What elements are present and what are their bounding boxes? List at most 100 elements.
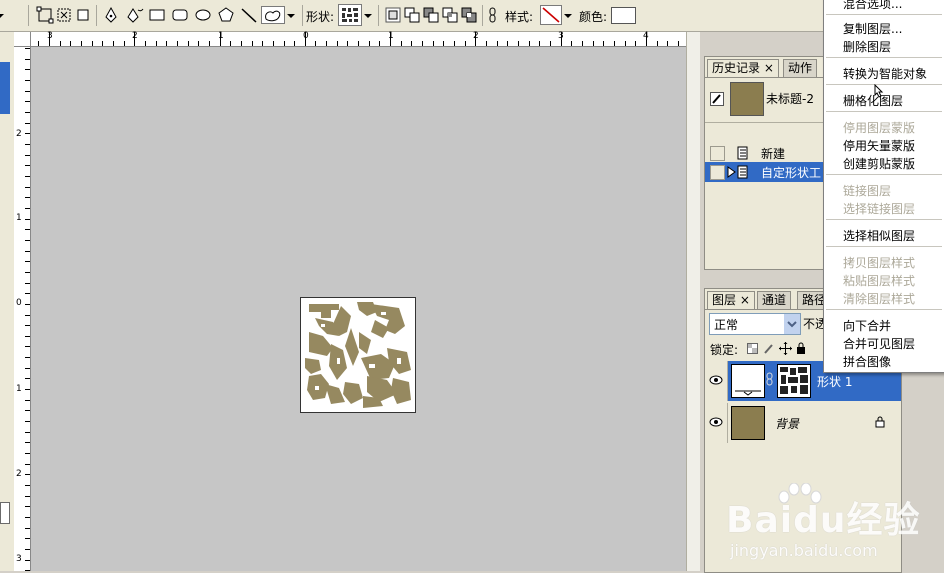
- menu-item-create-clipping-mask[interactable]: 创建剪贴蒙版: [843, 155, 915, 172]
- toolbox-selected-item[interactable]: [0, 62, 10, 114]
- document-canvas[interactable]: [300, 297, 416, 413]
- history-source-checkbox[interactable]: [710, 165, 725, 180]
- vertical-scrollbar[interactable]: [686, 32, 701, 571]
- menu-item-merge-visible[interactable]: 合并可见图层: [843, 335, 915, 352]
- geometry-options-dropdown[interactable]: [286, 6, 296, 24]
- close-icon[interactable]: ×: [764, 61, 774, 75]
- tab-actions[interactable]: 动作: [783, 59, 818, 77]
- history-item-label: 新建: [761, 147, 786, 161]
- add-to-shape-area-icon[interactable]: [403, 6, 421, 24]
- exclude-overlapping-shape-areas-icon[interactable]: [460, 6, 478, 24]
- layer-fill-thumbnail[interactable]: [731, 364, 765, 398]
- toolbox-button[interactable]: [0, 502, 10, 524]
- lock-label: 锁定:: [710, 343, 739, 357]
- create-new-shape-layer-icon[interactable]: [384, 6, 402, 24]
- menu-item-paste-layer-style: 粘贴图层样式: [843, 274, 916, 288]
- tab-layers[interactable]: 图层 ×: [707, 291, 755, 309]
- ruler-label: 0: [303, 31, 309, 41]
- pen-tool-icon[interactable]: [102, 6, 120, 24]
- blend-mode-select[interactable]: 正常: [709, 313, 801, 335]
- menu-separator: [826, 174, 942, 175]
- tab-actions-label: 动作: [788, 61, 813, 75]
- freeform-pen-tool-icon[interactable]: [126, 6, 144, 24]
- menu-separator: [826, 246, 942, 247]
- polygon-tool-icon[interactable]: [217, 6, 235, 24]
- line-tool-icon[interactable]: [240, 6, 258, 24]
- menu-item-disable-layer-mask: 停用图层蒙版: [843, 121, 916, 135]
- separator: [302, 5, 303, 26]
- tab-history[interactable]: 历史记录 ×: [707, 59, 779, 77]
- blend-mode-value: 正常: [714, 318, 739, 332]
- ruler-origin[interactable]: [14, 32, 31, 47]
- lock-transparency-icon[interactable]: [747, 343, 759, 358]
- snapshot-thumbnail: [730, 82, 764, 116]
- fill-pixels-mode-button[interactable]: [74, 6, 92, 24]
- menu-item-convert-to-smart-object[interactable]: 转换为智能对象: [843, 65, 927, 82]
- baidu-jingyan-watermark: Baidu经验 jingyan.baidu.com: [726, 483, 926, 563]
- rectangle-tool-icon[interactable]: [148, 6, 166, 24]
- layer-visibility-toggle[interactable]: [705, 361, 728, 401]
- ornament-pattern-image: [305, 302, 411, 408]
- style-picker[interactable]: [540, 5, 562, 25]
- custom-shape-tool-icon[interactable]: [261, 6, 285, 24]
- menu-item-select-similar-layers[interactable]: 选择相似图层: [843, 227, 915, 244]
- menu-item-disable-vector-mask[interactable]: 停用矢量蒙版: [843, 137, 915, 154]
- ruler-label: 1: [388, 31, 394, 41]
- shape-picker[interactable]: [338, 4, 362, 26]
- layer-context-menu: 混合选项... 复制图层... 删除图层 转换为智能对象 栅格化图层 停用图层蒙…: [823, 0, 944, 373]
- paths-mode-button[interactable]: [55, 6, 73, 24]
- separator: [378, 5, 379, 26]
- history-brush-icon[interactable]: [710, 92, 724, 106]
- tab-history-label: 历史记录: [712, 61, 761, 75]
- close-icon[interactable]: ×: [740, 293, 750, 307]
- lock-pixels-brush-icon[interactable]: [763, 343, 775, 358]
- history-state-icon: [737, 146, 751, 163]
- tab-channels[interactable]: 通道: [757, 291, 792, 309]
- menu-separator: [826, 111, 942, 112]
- ruler-label: 3: [47, 31, 53, 41]
- tool-preset-dropdown[interactable]: [0, 6, 12, 24]
- vector-mask-thumbnail[interactable]: [777, 364, 811, 398]
- layer-name: 形状 1: [817, 375, 853, 389]
- style-picker-dropdown[interactable]: [563, 6, 573, 24]
- ruler-label: 2: [473, 31, 479, 41]
- menu-separator: [826, 57, 942, 58]
- menu-item-delete-layer[interactable]: 删除图层: [843, 38, 891, 55]
- lock-all-icon[interactable]: [796, 342, 806, 358]
- ruler-label: 3: [558, 31, 564, 41]
- watermark-brand: Baidu经验: [726, 500, 921, 541]
- color-swatch[interactable]: [611, 7, 636, 24]
- menu-item-flatten-image[interactable]: 拼合图像: [843, 353, 891, 370]
- lock-position-move-icon[interactable]: [779, 342, 792, 358]
- horizontal-ruler: 3 2 1 0 1 2 3 4: [14, 31, 700, 47]
- ruler-label: 2: [16, 129, 22, 139]
- menu-item-duplicate-layer[interactable]: 复制图层...: [843, 20, 902, 37]
- ruler-label: 1: [16, 384, 22, 394]
- separator: [96, 5, 97, 26]
- options-bar: 形状: 样式: 颜色:: [0, 0, 944, 32]
- layer-visibility-toggle[interactable]: [705, 403, 728, 443]
- intersect-shape-areas-icon[interactable]: [441, 6, 459, 24]
- menu-separator: [826, 309, 942, 310]
- layer-mask-link-icon[interactable]: [766, 372, 774, 389]
- menu-item-blending-options[interactable]: 混合选项...: [843, 0, 902, 12]
- ellipse-tool-icon[interactable]: [194, 6, 212, 24]
- ruler-label: 0: [16, 298, 22, 308]
- vertical-ruler: 2 1 0 1 2 3: [14, 46, 31, 571]
- layer-row[interactable]: 背景: [705, 403, 901, 443]
- menu-item-select-linked-layers: 选择链接图层: [843, 202, 916, 216]
- history-source-checkbox[interactable]: [710, 146, 725, 161]
- ruler-label: 2: [16, 469, 22, 479]
- menu-separator: [826, 84, 942, 85]
- rounded-rectangle-tool-icon[interactable]: [171, 6, 189, 24]
- shape-layers-mode-button[interactable]: [36, 6, 54, 24]
- lock-icon: [875, 416, 885, 431]
- watermark-url: jingyan.baidu.com: [730, 541, 878, 560]
- eye-icon: [709, 417, 723, 427]
- layer-thumbnail[interactable]: [731, 406, 765, 440]
- subtract-from-shape-area-icon[interactable]: [422, 6, 440, 24]
- shape-picker-dropdown[interactable]: [363, 6, 373, 24]
- chevron-down-icon[interactable]: [784, 314, 800, 334]
- menu-item-merge-down[interactable]: 向下合并: [843, 317, 891, 334]
- link-icon[interactable]: [487, 6, 499, 24]
